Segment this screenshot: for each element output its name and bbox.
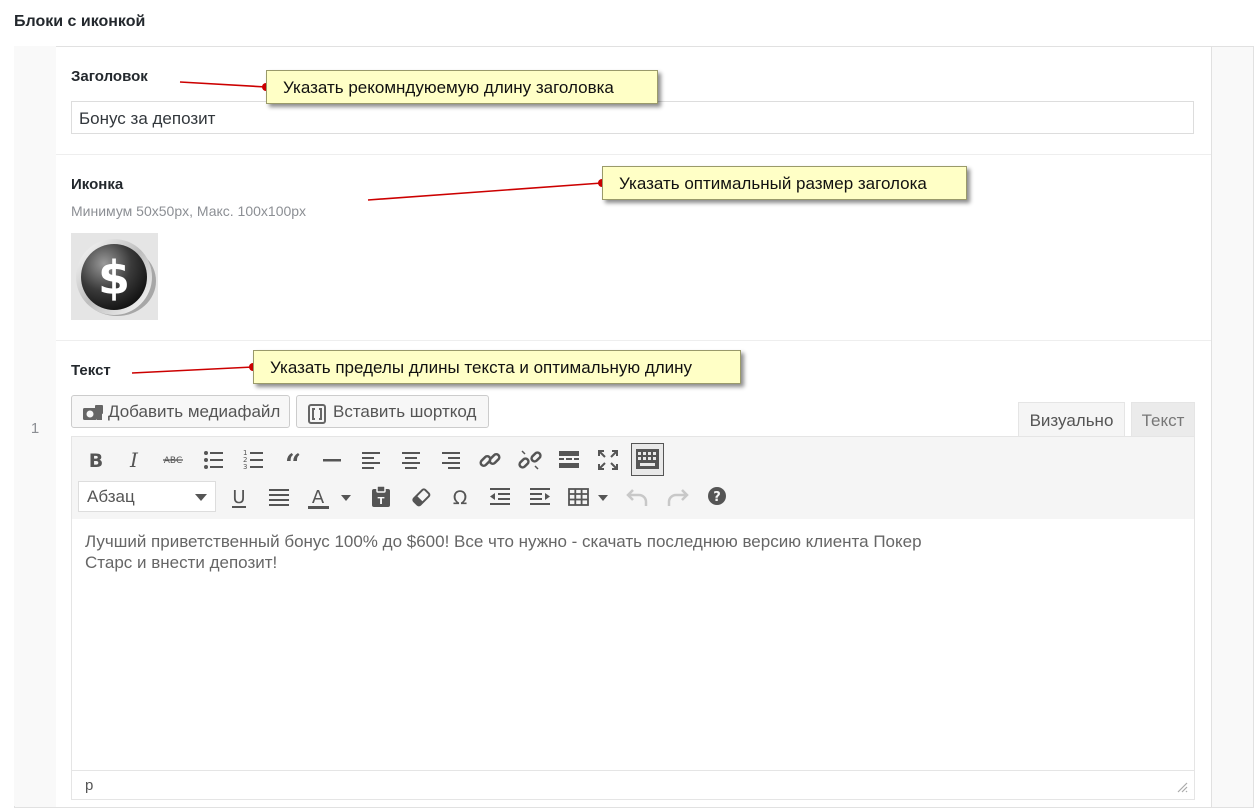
media-icon: [82, 403, 103, 421]
svg-text:Ω: Ω: [453, 487, 468, 509]
bold-icon[interactable]: B: [83, 447, 109, 473]
align-right-icon[interactable]: [438, 447, 464, 473]
svg-text:T: T: [378, 496, 385, 507]
outdent-icon[interactable]: [487, 484, 513, 510]
icon-description: Минимум 50x50px, Макс. 100x100px: [71, 203, 307, 219]
row-handle[interactable]: 1: [14, 46, 57, 806]
text-label: Текст: [71, 362, 111, 379]
svg-text:B: B: [89, 450, 103, 472]
section-title: Блоки с иконкой: [14, 13, 146, 30]
svg-text:I: I: [129, 448, 139, 472]
divider: [56, 340, 1211, 341]
row-actions-strip[interactable]: [1212, 47, 1252, 807]
svg-text:$: $: [98, 251, 130, 305]
add-media-button[interactable]: Добавить медиафайл: [71, 395, 290, 428]
align-left-icon[interactable]: [358, 447, 384, 473]
svg-text:?: ?: [713, 490, 721, 505]
dollar-coin-icon: $: [76, 239, 156, 316]
title-label: Заголовок: [71, 68, 148, 85]
horizontal-rule-icon[interactable]: [319, 447, 345, 473]
shortcode-icon: [307, 403, 327, 424]
fullscreen-icon[interactable]: [595, 447, 621, 473]
redo-icon[interactable]: [664, 484, 690, 510]
format-select-value: Абзац: [87, 487, 135, 506]
format-select[interactable]: Абзац: [78, 481, 216, 512]
annotation-title-note: Указать рекомндуюемую длину заголовка: [266, 70, 658, 104]
italic-icon[interactable]: I: [121, 447, 147, 473]
tab-text[interactable]: Текст: [1131, 402, 1195, 437]
tab-visual[interactable]: Визуально: [1018, 402, 1125, 437]
annotation-icon-note: Указать оптимальный размер заголока: [602, 166, 967, 200]
link-icon[interactable]: [477, 447, 503, 473]
svg-text:U: U: [232, 487, 245, 508]
clear-formatting-icon[interactable]: [408, 484, 434, 510]
text-color-icon[interactable]: A: [306, 484, 356, 510]
svg-text:3: 3: [243, 463, 247, 471]
strikethrough-icon[interactable]: ABC: [160, 447, 186, 473]
svg-text:A: A: [312, 487, 325, 508]
align-center-icon[interactable]: [398, 447, 424, 473]
blockquote-icon[interactable]: “: [280, 447, 306, 473]
chevron-down-icon: [195, 494, 207, 501]
justify-icon[interactable]: [266, 484, 292, 510]
editor-line: Лучший приветственный бонус 100% до $600…: [85, 532, 922, 551]
editor-content[interactable]: Лучший приветственный бонус 100% до $600…: [85, 531, 1175, 573]
icon-label: Иконка: [71, 176, 124, 193]
element-path[interactable]: p: [85, 777, 93, 794]
undo-icon[interactable]: [625, 484, 651, 510]
annotation-text-note: Указать пределы длины текста и оптимальн…: [253, 350, 741, 384]
underline-icon[interactable]: U: [226, 484, 252, 510]
resize-handle-icon[interactable]: [1176, 781, 1188, 793]
svg-text:ABC: ABC: [164, 456, 182, 466]
toolbar-toggle-icon[interactable]: [631, 443, 664, 476]
icon-image[interactable]: $: [71, 233, 158, 320]
divider: [56, 154, 1211, 155]
indent-icon[interactable]: [527, 484, 553, 510]
insert-shortcode-button[interactable]: Вставить шорткод: [296, 395, 489, 428]
read-more-icon[interactable]: [556, 447, 582, 473]
help-icon[interactable]: ?: [704, 484, 730, 510]
bullet-list-icon[interactable]: [200, 447, 226, 473]
special-character-icon[interactable]: Ω: [447, 484, 473, 510]
paste-text-icon[interactable]: T: [368, 484, 394, 510]
svg-text:“: “: [285, 448, 301, 473]
insert-shortcode-label: Вставить шорткод: [333, 402, 477, 421]
editor-line: Старс и внести депозит!: [85, 553, 278, 572]
row-number: 1: [30, 420, 40, 437]
table-icon[interactable]: [566, 484, 612, 510]
add-media-label: Добавить медиафайл: [108, 402, 281, 421]
numbered-list-icon[interactable]: 123: [240, 447, 266, 473]
editor-statusbar: p: [71, 770, 1195, 800]
title-input[interactable]: Бонус за депозит: [71, 101, 1194, 134]
unlink-icon[interactable]: [517, 447, 543, 473]
